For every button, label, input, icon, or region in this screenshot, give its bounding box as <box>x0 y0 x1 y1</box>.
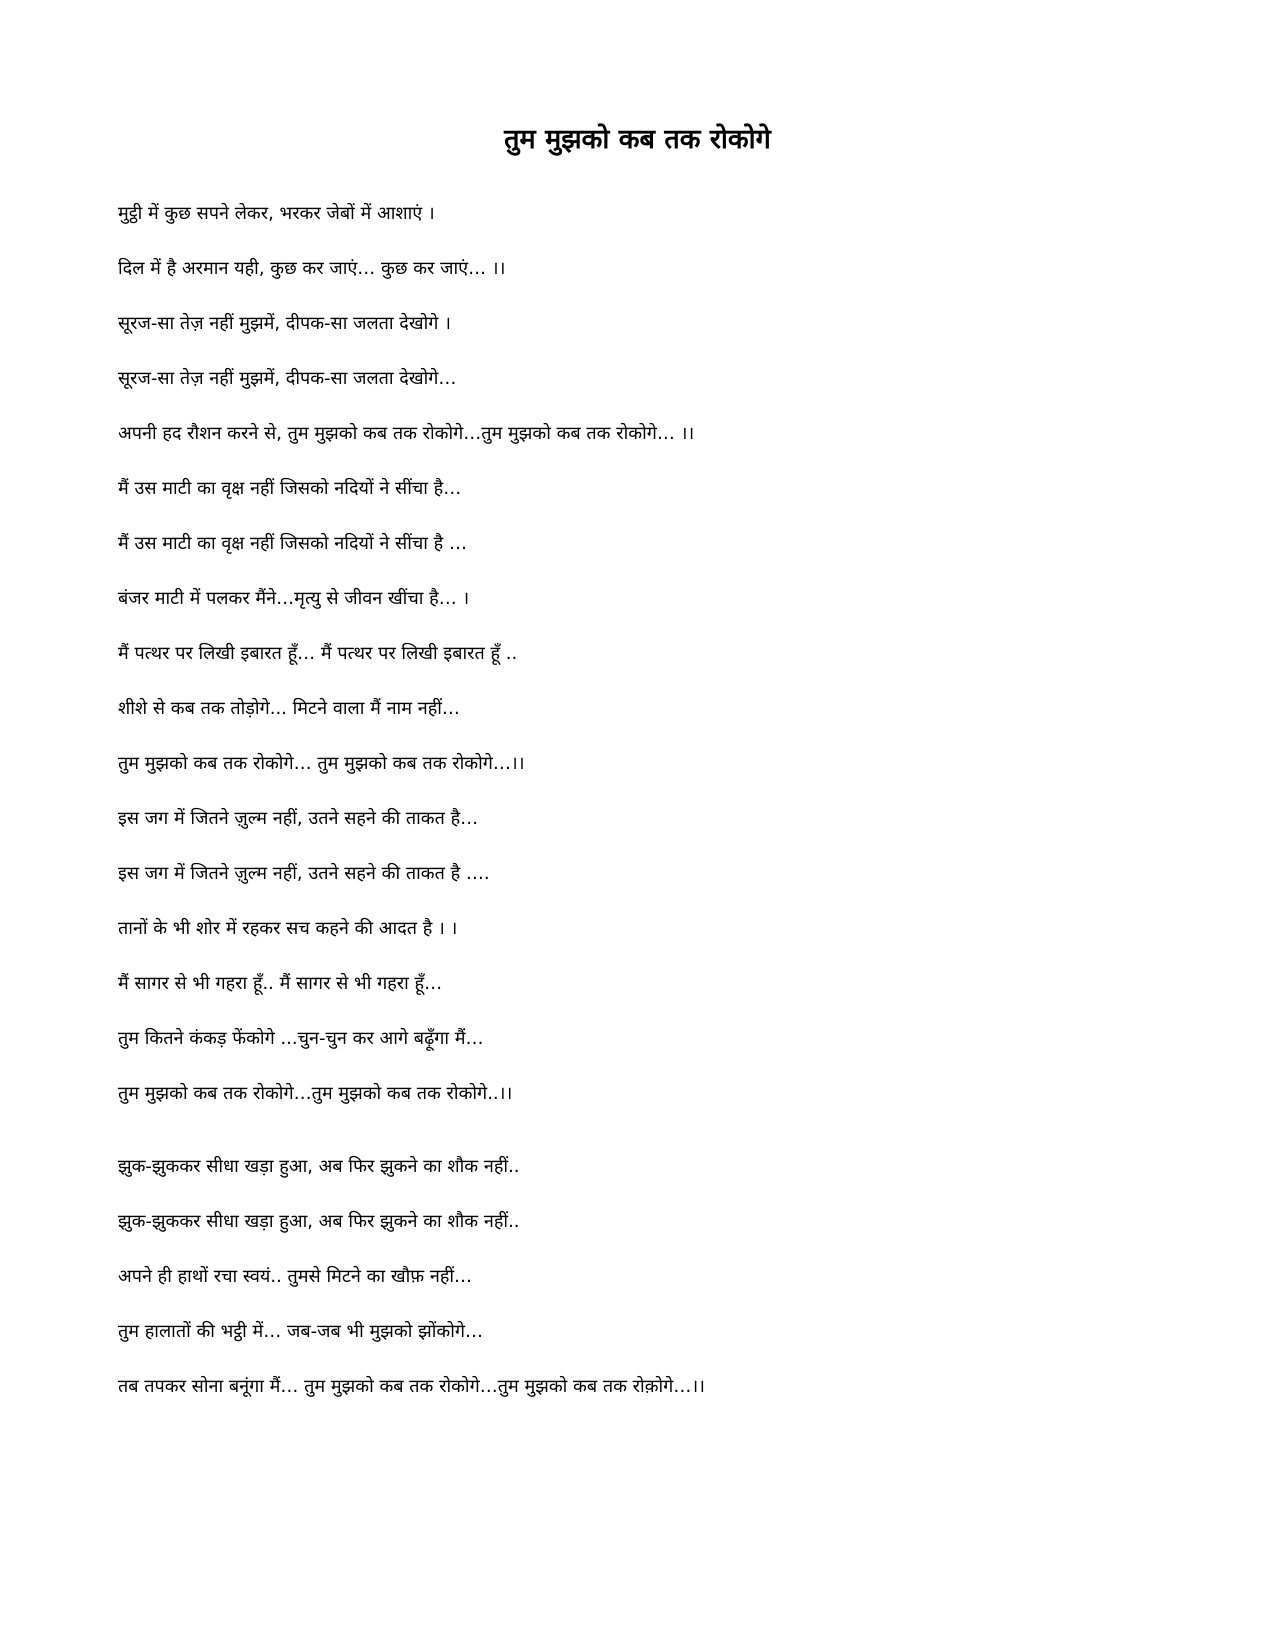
poem-line: तुम कितने कंकड़ फेंकोगे ...चुन-चुन कर आग… <box>118 1028 484 1049</box>
poem-line: शीशे से कब तक तोड़ोगे... मिटने वाला मैं … <box>118 698 460 719</box>
poem-line: तुम मुझको कब तक रोकोगे…तुम मुझको कब तक र… <box>118 1083 513 1104</box>
poem-line: अपनी हद रौशन करने से, तुम मुझको कब तक रो… <box>118 423 695 444</box>
poem-line: झुक-झुककर सीधा खड़ा हुआ, अब फिर झुकने का… <box>118 1211 520 1232</box>
poem-line: तानों के भी शोर में रहकर सच कहने की आदत … <box>118 918 458 939</box>
document-page: तुम मुझको कब तक रोकोगे मुट्ठी में कुछ सप… <box>0 0 1275 1650</box>
poem-body: मुट्ठी में कुछ सपने लेकर, भरकर जेबों में… <box>118 200 1178 1428</box>
poem-line: झुक-झुककर सीधा खड़ा हुआ, अब फिर झुकने का… <box>118 1156 520 1177</box>
poem-line: दिल में है अरमान यही, कुछ कर जाएं… कुछ क… <box>118 258 506 279</box>
poem-line: अपने ही हाथों रचा स्वयं.. तुमसे मिटने का… <box>118 1266 473 1287</box>
poem-line: सूरज-सा तेज़ नहीं मुझमें, दीपक-सा जलता द… <box>118 313 451 334</box>
poem-line: मैं पत्थर पर लिखी इबारत हूँ… मैं पत्थर प… <box>118 643 518 664</box>
poem-line: मैं उस माटी का वृक्ष नहीं जिसको नदियों न… <box>118 478 462 499</box>
stanza-3: इस जग में जितने ज़ुल्म नहीं, उतने सहने क… <box>118 805 1178 1108</box>
poem-line: इस जग में जितने ज़ुल्म नहीं, उतने सहने क… <box>118 863 490 884</box>
poem-line: मैं सागर से भी गहरा हूँ.. मैं सागर से भी… <box>118 973 443 994</box>
poem-title: तुम मुझको कब तक रोकोगे <box>504 124 771 155</box>
poem-line: तुम मुझको कब तक रोकोगे… तुम मुझको कब तक … <box>118 753 525 774</box>
poem-line: मुट्ठी में कुछ सपने लेकर, भरकर जेबों में… <box>118 203 435 224</box>
poem-line: तब तपकर सोना बनूंगा मैं… तुम मुझको कब तक… <box>118 1376 705 1397</box>
poem-line: सूरज-सा तेज़ नहीं मुझमें, दीपक-सा जलता द… <box>118 368 457 389</box>
stanza-4: झुक-झुककर सीधा खड़ा हुआ, अब फिर झुकने का… <box>118 1153 1178 1401</box>
stanza-2: मैं उस माटी का वृक्ष नहीं जिसको नदियों न… <box>118 475 1178 778</box>
poem-line: बंजर माटी में पलकर मैंने…मृत्यु से जीवन … <box>118 588 470 609</box>
stanza-1: मुट्ठी में कुछ सपने लेकर, भरकर जेबों में… <box>118 200 1178 448</box>
poem-line: मैं उस माटी का वृक्ष नहीं जिसको नदियों न… <box>118 533 467 554</box>
poem-line: इस जग में जितने ज़ुल्म नहीं, उतने सहने क… <box>118 808 479 829</box>
poem-line: तुम हालातों की भट्ठी में… जब-जब भी मुझको… <box>118 1321 483 1342</box>
